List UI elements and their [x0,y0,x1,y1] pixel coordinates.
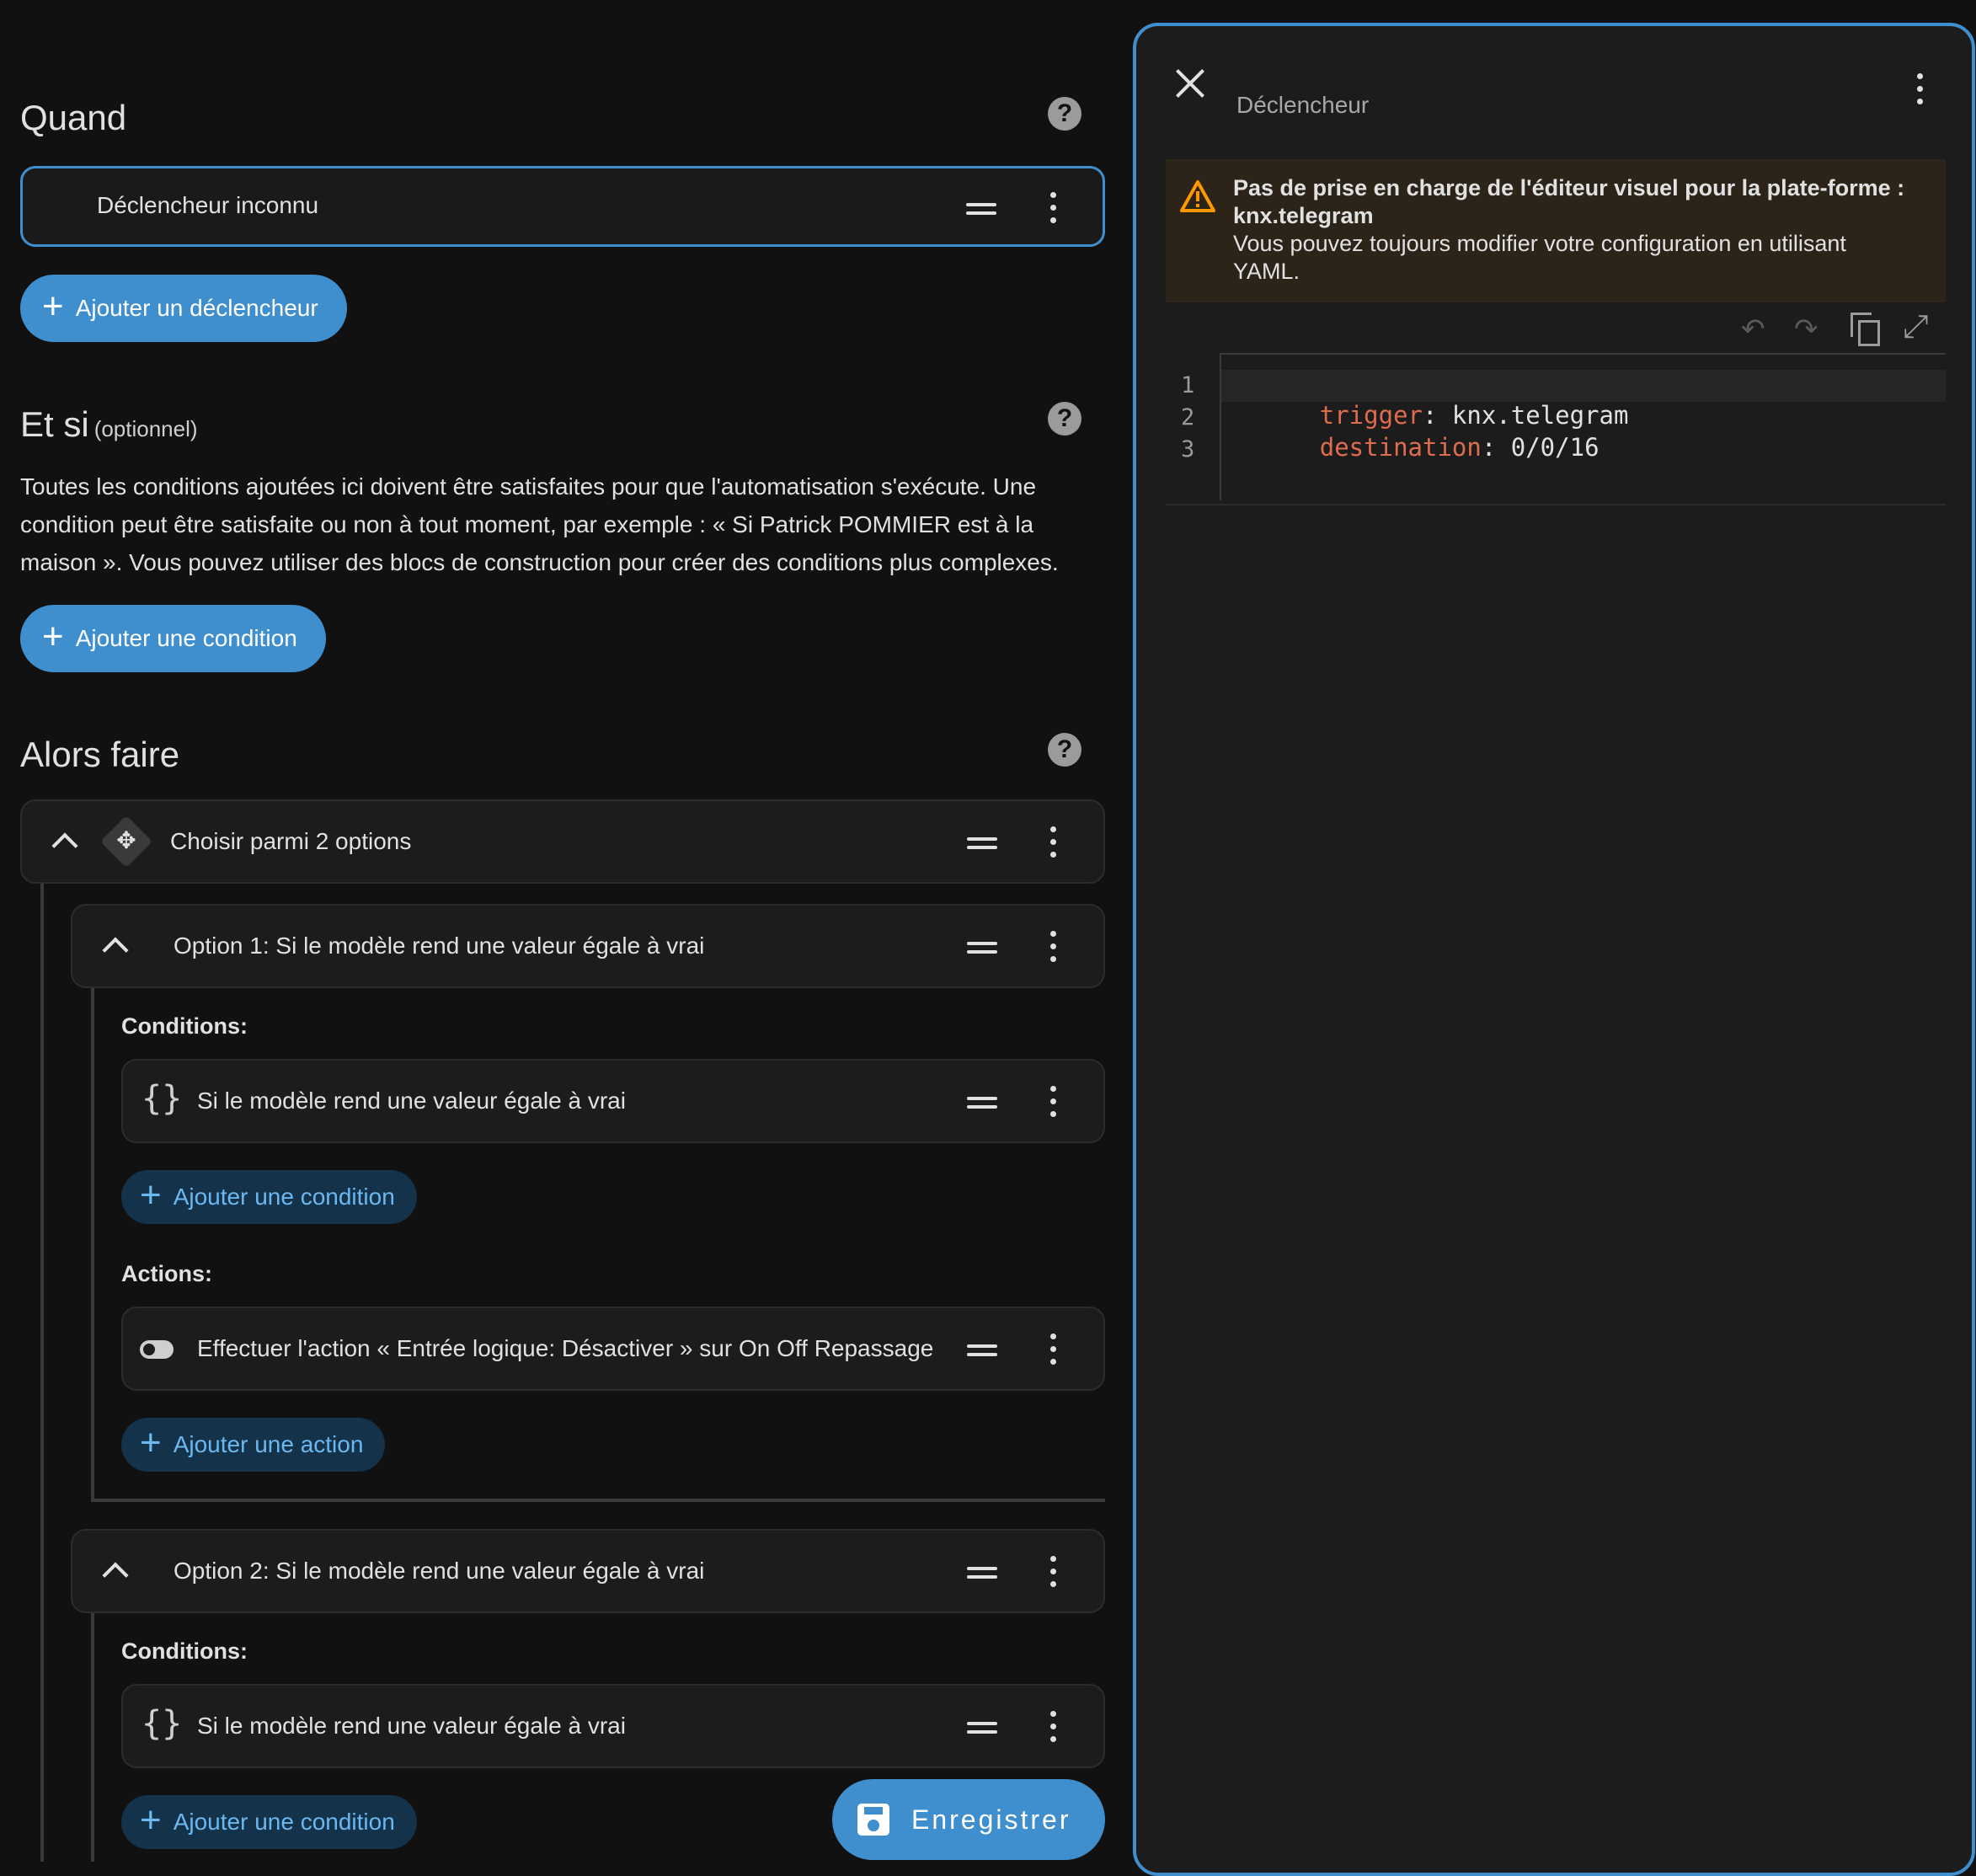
more-menu-icon[interactable] [1049,931,1057,963]
redo-icon[interactable]: ↷ [1794,313,1818,346]
drag-handle-icon[interactable] [967,837,997,849]
code-line-2: destination: 0/0/16 [1231,404,1599,490]
nesting-line [40,884,44,1862]
nesting-line [91,988,94,1502]
trigger-card[interactable]: Déclencheur inconnu [20,166,1105,247]
more-menu-icon[interactable] [1049,1711,1057,1743]
conditions-title-text: Et si [20,404,89,444]
option-2-condition-card[interactable]: {} Si le modèle rend une valeur égale à … [121,1684,1105,1768]
conditions-title: Et si (optionnel) [20,404,198,445]
warning-text: Pas de prise en charge de l'éditeur visu… [1233,174,1904,286]
line-number: 1 [1181,372,1195,398]
description-line: Toutes les conditions ajoutées ici doive… [20,473,1037,500]
when-help-icon[interactable]: ? [1048,97,1081,131]
conditions-help-icon[interactable]: ? [1048,402,1081,436]
drag-handle-icon[interactable] [967,942,997,954]
chevron-up-icon[interactable] [102,937,129,964]
warning-body: YAML. [1233,259,1300,284]
floppy-disk-icon [857,1804,889,1836]
toggle-icon [140,1340,174,1359]
option-1-title: Option 1: Si le modèle rend une valeur é… [174,933,705,959]
plus-icon: + [140,1174,162,1216]
optional-label: (optionnel) [93,416,198,441]
warning-alert: Pas de prise en charge de l'éditeur visu… [1166,159,1946,302]
line-number: 2 [1181,404,1195,430]
option-2-conditions-label: Conditions: [121,1638,248,1664]
add-condition-label: Ajouter une condition [75,625,297,651]
drag-handle-icon[interactable] [967,1097,997,1109]
plus-icon: + [42,286,64,327]
fullscreen-icon[interactable]: ⤢ [1903,309,1928,345]
option-2-card[interactable]: Option 2: Si le modèle rend une valeur é… [71,1529,1105,1613]
trigger-editor-panel: Déclencheur Pas de prise en charge de l'… [1133,23,1975,1876]
editor-top-line [1220,353,1946,355]
actions-title: Alors faire [20,735,180,774]
description-line: maison ». Vous pouvez utiliser des blocs… [20,549,1059,575]
drag-handle-icon[interactable] [967,1722,997,1734]
when-title: Quand [20,98,127,137]
option-2-add-condition-button[interactable]: + Ajouter une condition [121,1795,417,1849]
panel-more-menu-icon[interactable] [1915,73,1924,105]
warning-icon [1179,179,1216,213]
yaml-key: destination [1319,433,1482,462]
panel-title: Déclencheur [1236,92,1370,118]
close-icon[interactable] [1175,68,1205,99]
more-menu-icon[interactable] [1049,1334,1057,1366]
warning-body: Vous pouvez toujours modifier votre conf… [1233,231,1846,256]
option-1-conditions-label: Conditions: [121,1013,248,1039]
plus-icon: + [140,1799,162,1841]
nesting-line [91,1499,1105,1502]
drag-handle-icon[interactable] [966,203,996,215]
description-line: condition peut être satisfaite ou non à … [20,511,1034,537]
chevron-up-icon[interactable] [102,1562,129,1589]
add-condition-label: Ajouter une condition [173,1809,395,1835]
condition-text: Si le modèle rend une valeur égale à vra… [197,1088,626,1114]
copy-icon[interactable] [1850,313,1880,346]
add-trigger-button[interactable]: + Ajouter un déclencheur [20,275,347,342]
option-2-title: Option 2: Si le modèle rend une valeur é… [174,1558,705,1584]
save-button[interactable]: Enregistrer [832,1779,1105,1860]
option-1-condition-card[interactable]: {} Si le modèle rend une valeur égale à … [121,1059,1105,1143]
add-condition-button[interactable]: + Ajouter une condition [20,605,326,672]
template-braces-icon: {} [142,1079,183,1118]
add-trigger-label: Ajouter un déclencheur [75,295,318,321]
condition-text: Si le modèle rend une valeur égale à vra… [197,1713,626,1739]
more-menu-icon[interactable] [1049,1556,1057,1588]
more-menu-icon[interactable] [1049,826,1057,858]
more-menu-icon[interactable] [1049,1086,1057,1118]
add-action-label: Ajouter une action [173,1431,364,1457]
choose-card[interactable]: ✥ Choisir parmi 2 options [20,799,1105,884]
yaml-value: 0/0/16 [1510,433,1599,462]
action-text: Effectuer l'action « Entrée logique: Dés… [197,1335,934,1361]
plus-icon: + [140,1422,162,1463]
drag-handle-icon[interactable] [967,1344,997,1356]
line-number: 3 [1181,436,1195,462]
yaml-editor[interactable]: 1 2 3 trigger: knx.telegram destination:… [1166,348,1946,505]
warning-title: knx.telegram [1233,203,1374,228]
more-menu-icon[interactable] [1049,192,1057,224]
nesting-line [91,1612,94,1862]
actions-help-icon[interactable]: ? [1048,733,1081,767]
template-braces-icon: {} [142,1704,183,1743]
conditions-description: Toutes les conditions ajoutées ici doive… [20,468,1059,581]
option-1-actions-label: Actions: [121,1261,212,1286]
save-label: Enregistrer [911,1804,1071,1835]
add-condition-label: Ajouter une condition [173,1184,395,1210]
option-1-add-action-button[interactable]: + Ajouter une action [121,1418,386,1472]
choose-icon: ✥ [99,815,153,869]
warning-title: Pas de prise en charge de l'éditeur visu… [1233,175,1905,200]
option-1-add-condition-button[interactable]: + Ajouter une condition [121,1170,417,1224]
option-1-card[interactable]: Option 1: Si le modèle rend une valeur é… [71,904,1105,988]
drag-handle-icon[interactable] [967,1567,997,1579]
yaml-colon: : [1481,433,1497,462]
undo-icon[interactable]: ↶ [1741,313,1765,346]
option-1-action-card[interactable]: Effectuer l'action « Entrée logique: Dés… [121,1307,1105,1391]
plus-icon: + [42,616,64,657]
chevron-up-icon[interactable] [51,832,78,859]
choose-label: Choisir parmi 2 options [170,828,412,854]
trigger-label: Déclencheur inconnu [97,192,319,218]
